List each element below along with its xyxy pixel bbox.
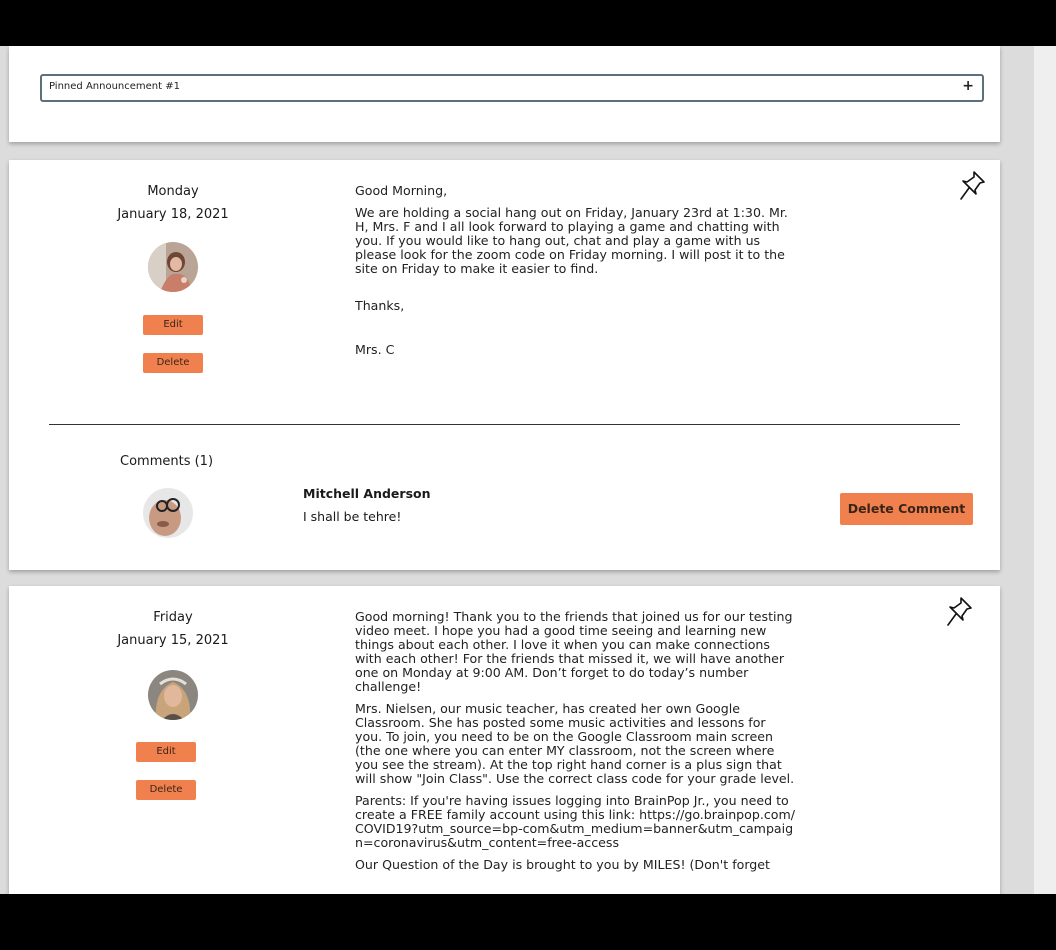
delete-button[interactable]: Delete bbox=[136, 780, 196, 800]
edit-button[interactable]: Edit bbox=[143, 315, 203, 335]
post-body: Good Morning, We are holding a social ha… bbox=[355, 184, 795, 357]
announcement-post: Friday January 15, 2021 Edit Delete Good… bbox=[9, 586, 1000, 894]
pinned-announcement-card: Pinned Announcement #1 + bbox=[9, 46, 1000, 142]
post-date: January 18, 2021 bbox=[117, 207, 229, 222]
post-paragraph: Our Question of the Day is brought to yo… bbox=[355, 857, 770, 872]
post-paragraph: Good morning! Thank you to the friends t… bbox=[355, 609, 793, 694]
commenter-avatar bbox=[143, 488, 193, 538]
pin-icon[interactable] bbox=[946, 596, 974, 628]
comments-divider bbox=[49, 424, 960, 425]
commenter-name: Mitchell Anderson bbox=[303, 486, 431, 501]
post-paragraph: We are holding a social hang out on Frid… bbox=[355, 205, 788, 276]
comments-title: Comments (1) bbox=[120, 454, 214, 469]
post-paragraph: Good Morning, bbox=[355, 183, 448, 198]
edit-button[interactable]: Edit bbox=[136, 742, 196, 762]
announcement-post: Monday January 18, 2021 Edit Delete Good… bbox=[9, 160, 1000, 570]
post-paragraph: Mrs. C bbox=[355, 342, 395, 357]
pinned-announcement-label: Pinned Announcement #1 bbox=[49, 81, 180, 92]
scrollbar[interactable] bbox=[1034, 46, 1056, 894]
delete-button[interactable]: Delete bbox=[143, 353, 203, 373]
delete-comment-button[interactable]: Delete Comment bbox=[840, 493, 973, 525]
feed-viewport: Pinned Announcement #1 + Monday January … bbox=[0, 46, 1056, 894]
expand-icon[interactable]: + bbox=[962, 78, 974, 94]
post-paragraph: Thanks, bbox=[355, 298, 405, 313]
author-avatar bbox=[148, 670, 198, 720]
comment-text: I shall be tehre! bbox=[303, 509, 402, 524]
post-paragraph: Parents: If you're having issues logging… bbox=[355, 793, 796, 850]
post-paragraph: Mrs. Nielsen, our music teacher, has cre… bbox=[355, 701, 795, 786]
post-body: Good morning! Thank you to the friends t… bbox=[355, 610, 795, 872]
pinned-announcement-toggle[interactable]: Pinned Announcement #1 + bbox=[40, 74, 984, 102]
pin-icon[interactable] bbox=[959, 170, 987, 202]
post-date: January 15, 2021 bbox=[117, 633, 229, 648]
post-day: Monday bbox=[147, 184, 199, 199]
post-date-column: Friday January 15, 2021 Edit Delete bbox=[93, 610, 253, 800]
post-day: Friday bbox=[153, 610, 193, 625]
author-avatar bbox=[148, 242, 198, 292]
post-date-column: Monday January 18, 2021 Edit Delete bbox=[93, 184, 253, 373]
